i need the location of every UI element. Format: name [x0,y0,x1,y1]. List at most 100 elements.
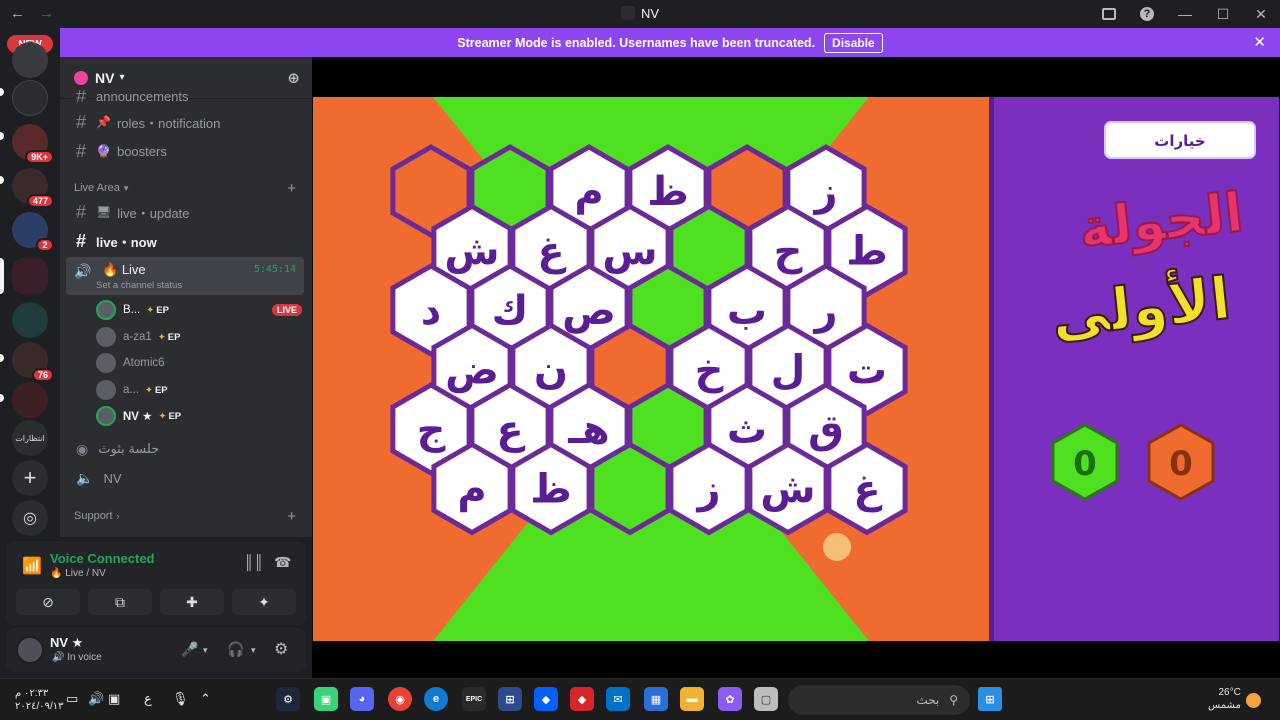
back-icon[interactable]: ← [10,5,25,22]
user-name[interactable]: NV ★ [50,635,83,651]
add-channel-icon[interactable]: + [287,508,296,525]
hex-letter: ص [562,288,616,334]
activities-button[interactable]: ✚ [160,589,224,615]
edge-icon[interactable]: e [424,687,448,711]
file-explorer-icon[interactable]: ▬ [680,687,704,711]
mention-badge: 2 [36,238,54,252]
discover-icon[interactable]: ◎ [12,500,48,536]
volume-icon[interactable]: 🔊 [88,691,104,707]
soundboard-button[interactable]: ✦ [232,589,296,615]
channel-announcements[interactable]: # announcements [68,90,304,102]
channel-live-now[interactable]: # live・now [68,227,304,255]
user-avatar[interactable] [16,636,44,664]
hash-icon: # [76,230,87,251]
server-icon-text[interactable]: انتظارات [12,420,48,456]
server-icon-3[interactable] [12,302,48,338]
close-banner-icon[interactable]: ✕ [1253,33,1266,51]
voice-user[interactable]: a-za1 ✦ EP [96,325,302,349]
server-folder-2[interactable]: 9K+ [12,124,54,164]
close-window-icon[interactable]: ✕ [1242,0,1280,28]
inbox-icon[interactable] [1090,0,1128,28]
hex-letter: غ [537,229,566,275]
language-indicator[interactable]: ع [144,691,152,707]
add-channel-icon[interactable]: + [287,180,296,197]
window-controls: ? — ☐ ✕ [1090,0,1280,28]
voice-channel-3[interactable]: 🔈 NV [68,464,304,492]
score-orange: 0 [1147,423,1215,501]
server-folder-3[interactable]: 477 [12,168,54,208]
taskbar-search[interactable]: بحث ⚲ [788,685,970,715]
voice-channel-live[interactable]: 🔊 🔥 Live Set a channel status 5:45:14 [66,257,304,295]
steam-icon[interactable]: ⚙ [276,687,300,711]
microphone-icon[interactable]: 🎤 [181,641,198,658]
maximize-icon[interactable]: ☐ [1204,0,1242,28]
disconnect-icon[interactable]: ☎ [274,554,291,571]
clock[interactable]: ٠٢:٣٣ م ٢٠٢٤/٠٩/١٣ [15,687,64,713]
windows-start-icon[interactable]: ⊞ [978,687,1002,711]
server-folder-1[interactable] [12,80,48,116]
channel-status[interactable]: Set a channel status [96,280,182,291]
live-badge: LIVE [271,304,302,316]
minimize-icon[interactable]: — [1166,0,1204,28]
server-icon-4[interactable]: 76 [12,342,54,382]
network-icon[interactable]: ▣ [108,691,120,707]
voice-user[interactable]: B... ✦ EP LIVE [96,298,302,322]
voice-speaker-icon: 🔈 [76,469,94,486]
app-icon-grey[interactable]: ▢ [754,687,778,711]
forward-icon[interactable]: → [39,5,54,22]
category-live-area[interactable]: Live Area ▾ + [74,179,300,197]
server-icon-1[interactable] [12,42,48,78]
outlook-icon[interactable]: ✉ [606,687,630,711]
copilot-icon[interactable]: ✿ [718,687,742,711]
channel-live-update[interactable]: # 🖥 live・update [68,198,304,226]
battery-icon[interactable]: ▭ [66,691,78,707]
voice-connected-title[interactable]: Voice Connected [50,551,155,566]
app-icon-green[interactable]: ▣ [314,687,338,711]
chevron-down-icon[interactable]: ▾ [251,645,256,656]
server-icon [74,70,88,85]
invite-icon[interactable]: ⊕ [287,69,300,87]
channel-roles[interactable]: # 📌 roles・notification [68,108,304,136]
camera-off-button[interactable]: ⊘ [16,589,80,615]
unread-pill [0,394,4,402]
unread-pill [0,354,4,362]
epic-games-icon[interactable]: EPIC [462,687,486,711]
store-icon[interactable]: ▦ [644,687,668,711]
hex-letter: ث [727,407,767,453]
discord-icon[interactable]: ◕ [350,687,374,711]
channel-boosters[interactable]: # 🔮 boosters [68,137,304,165]
weather-widget[interactable]: 26°C مشمس [1208,686,1241,712]
hex-letter: ظ [647,169,689,215]
category-support[interactable]: Support › + [74,507,300,525]
hex-letter: ق [808,407,844,453]
add-server-icon[interactable]: + [12,460,48,496]
headphones-icon[interactable]: 🎧 [227,641,244,658]
mic-tray-icon[interactable]: 🎙 [172,691,189,707]
server-icon-5[interactable] [12,382,48,418]
settings-gear-icon[interactable]: ⚙ [274,639,288,659]
dropbox-icon[interactable]: ◆ [534,687,558,711]
app-icon-blue[interactable]: ⊞ [498,687,522,711]
hex-letter: خ [695,348,724,394]
disable-streamer-button[interactable]: Disable [824,32,883,53]
user-status: 🔊 In voice [52,652,102,663]
chevron-down-icon[interactable]: ▾ [203,645,208,656]
hex-letter: غ [853,467,882,513]
chrome-icon[interactable]: ◉ [388,687,412,711]
server-icon-active[interactable] [12,258,48,294]
tray-chevron-icon[interactable]: ⌃ [200,691,211,707]
voice-user[interactable]: a... ✦ EP [96,378,302,402]
booster-icon: 🔮 [96,144,111,158]
voice-channel-2[interactable]: ◉ جلسة بثوث [68,435,304,463]
app-icon-red[interactable]: ◆ [570,687,594,711]
screen-share-button[interactable]: ⧉ [88,589,152,615]
stream-viewer[interactable]: م ظ ز ش غ س ح ط د ك ص ب ر ض ن خ ل ت ج ع هـ ث ق م ظ ز ش غ خيارات الج… [312,57,1280,678]
voice-user[interactable]: NV ★ ✦ EP [96,404,302,428]
help-icon[interactable]: ? [1128,0,1166,28]
hash-icon: # [76,111,87,132]
voice-connected-sub[interactable]: 🔥 Live / NV [50,568,106,579]
noise-suppression-icon[interactable]: ║║ [244,554,264,570]
server-icon-2[interactable]: 2 [12,212,54,252]
server-logo-icon [620,6,635,20]
voice-user[interactable]: Atomic6 [96,351,302,375]
